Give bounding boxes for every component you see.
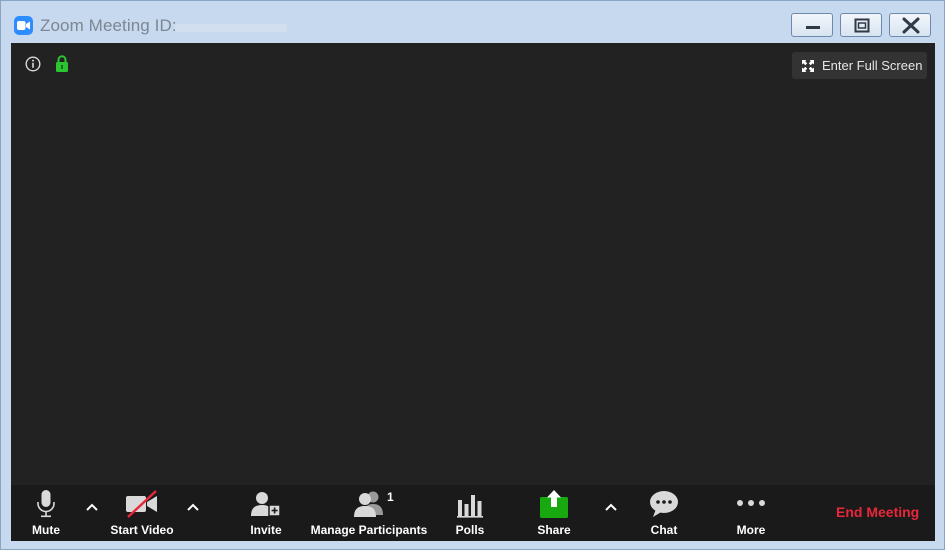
- meeting-toolbar: Mute Start Video Invite 1 Manage Partici…: [11, 485, 935, 541]
- more-label: More: [736, 523, 766, 537]
- mute-label: Mute: [32, 523, 60, 537]
- info-icon[interactable]: [25, 56, 41, 72]
- more-dots-icon: [737, 500, 765, 506]
- invite-button[interactable]: Invite: [241, 485, 291, 541]
- polls-label: Polls: [455, 523, 485, 537]
- encryption-lock-icon[interactable]: [55, 55, 69, 73]
- chat-label: Chat: [650, 523, 678, 537]
- chat-button[interactable]: Chat: [641, 485, 687, 541]
- minimize-icon: [806, 26, 820, 29]
- polls-bar-chart-icon: [457, 495, 483, 518]
- minimize-button[interactable]: [791, 13, 833, 37]
- window-title: Zoom Meeting ID:: [40, 16, 177, 35]
- video-off-icon: [126, 490, 157, 518]
- share-options-chevron-up-icon[interactable]: [604, 502, 618, 512]
- end-meeting-button[interactable]: End Meeting: [836, 504, 919, 520]
- more-button[interactable]: More: [728, 485, 774, 541]
- manage-participants-button[interactable]: 1 Manage Participants: [307, 485, 431, 541]
- start-video-label: Start Video: [110, 523, 174, 537]
- polls-button[interactable]: Polls: [447, 485, 493, 541]
- maximize-icon: [854, 18, 870, 33]
- participant-count-badge: 1: [387, 490, 394, 504]
- share-label: Share: [537, 523, 571, 537]
- close-icon: [902, 17, 920, 34]
- mute-button[interactable]: Mute: [23, 485, 69, 541]
- invite-label: Invite: [250, 523, 282, 537]
- full-screen-label: Enter Full Screen: [822, 58, 923, 73]
- close-button[interactable]: [889, 13, 931, 37]
- share-screen-button[interactable]: Share: [531, 485, 577, 541]
- redacted-meeting-id: [175, 24, 287, 32]
- manage-participants-label: Manage Participants: [310, 523, 428, 537]
- video-options-chevron-up-icon[interactable]: [186, 502, 200, 512]
- maximize-button[interactable]: [840, 13, 882, 37]
- start-video-button[interactable]: Start Video: [107, 485, 177, 541]
- zoom-window: Zoom Meeting ID: Enter Full Screen Mute …: [0, 0, 945, 550]
- title-bar[interactable]: Zoom Meeting ID:: [1, 1, 944, 43]
- invite-person-icon: [251, 492, 281, 517]
- chat-bubble-icon: [650, 491, 678, 517]
- expand-icon: [802, 60, 814, 72]
- microphone-icon: [37, 490, 55, 518]
- share-screen-icon: [540, 490, 568, 518]
- enter-full-screen-button[interactable]: Enter Full Screen: [792, 52, 927, 79]
- participants-icon: [354, 491, 383, 517]
- video-area: Enter Full Screen Mute Start Video Invit…: [11, 43, 935, 541]
- zoom-camera-icon: [14, 16, 33, 35]
- audio-options-chevron-up-icon[interactable]: [85, 502, 99, 512]
